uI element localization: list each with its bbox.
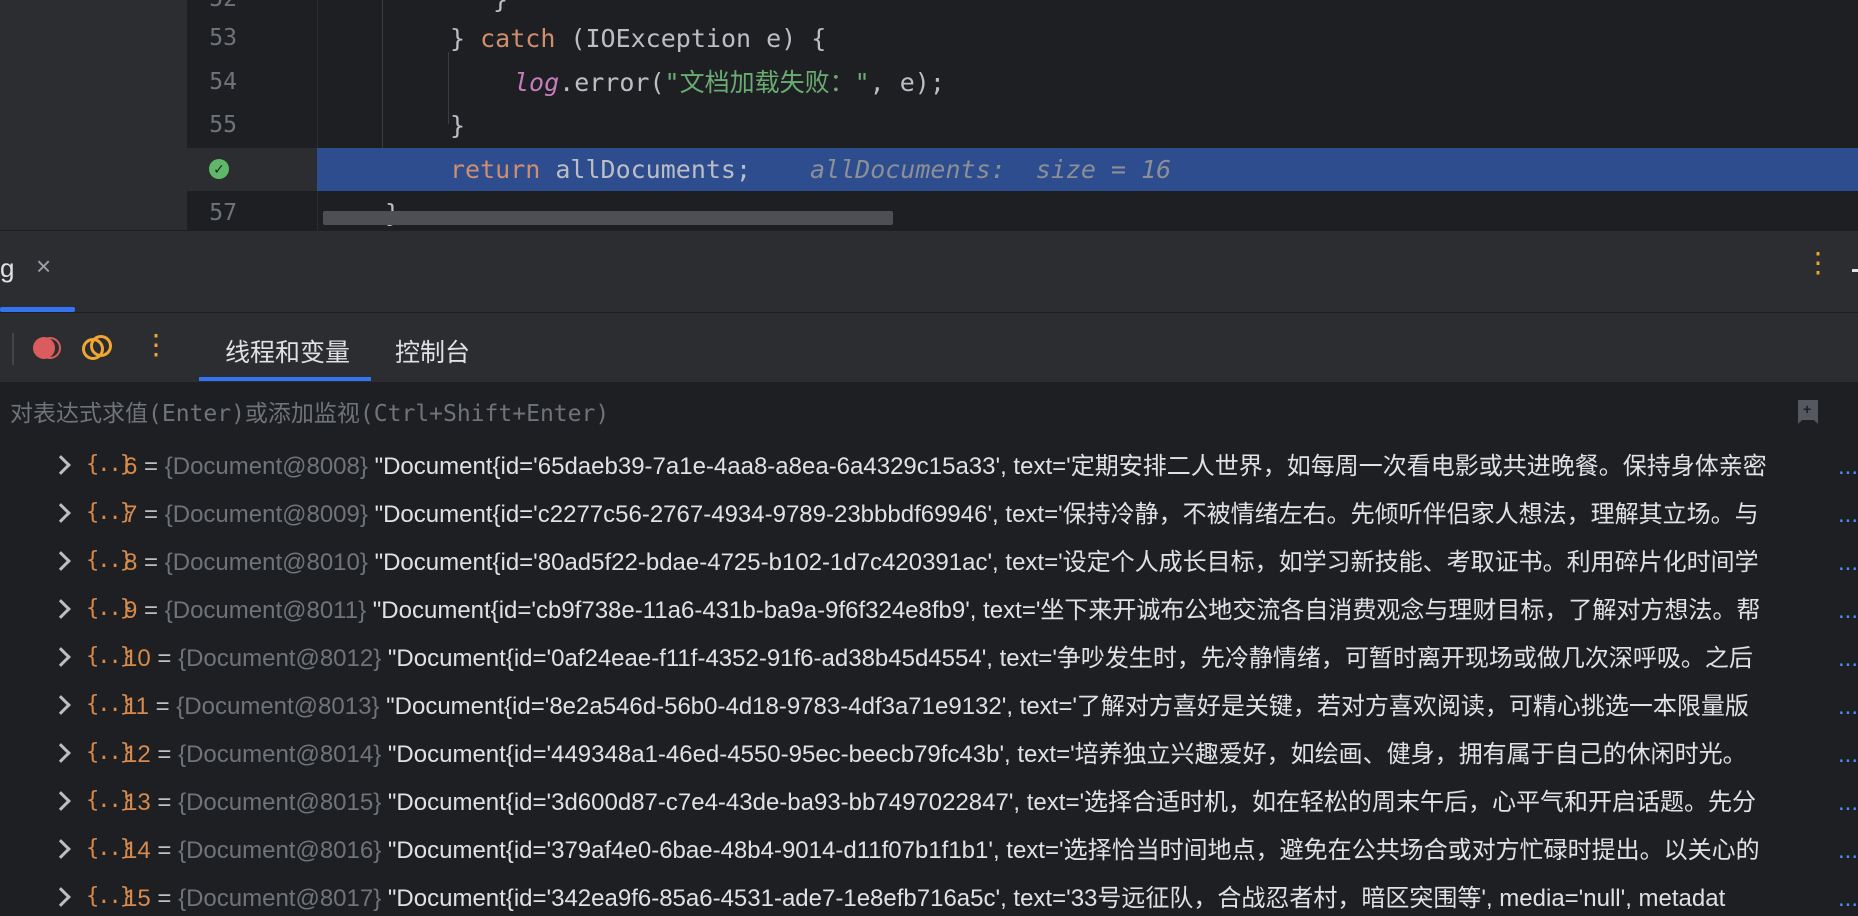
evaluate-expression-input[interactable]	[0, 382, 1780, 446]
line-number: 57	[209, 200, 237, 226]
line-number: 55	[209, 112, 237, 138]
expand-chevron-icon[interactable]	[51, 599, 71, 619]
variable-entry: 6 = {Document@8008} "Document{id='65daeb…	[124, 453, 1767, 480]
tab-threads-variables[interactable]: 线程和变量	[225, 333, 350, 369]
view-link[interactable]: ...View	[1836, 499, 1858, 531]
expand-chevron-icon[interactable]	[51, 695, 71, 715]
variable-row[interactable]: {..} 7 = {Document@8009} "Document{id='c…	[0, 494, 1858, 542]
variable-row[interactable]: {..} 10 = {Document@8012} "Document{id='…	[0, 638, 1858, 686]
code-editor[interactable]: 52 } 53 } catch (IOException e) { 54 log…	[0, 0, 1858, 230]
debugger-toolbar: ⋮ 线程和变量 控制台	[0, 312, 1858, 384]
expand-chevron-icon[interactable]	[51, 839, 71, 859]
more-options-icon[interactable]: ⋮	[1804, 249, 1832, 277]
view-link[interactable]: ...View	[1836, 787, 1858, 819]
variable-entry: 12 = {Document@8014} "Document{id='44934…	[124, 741, 1747, 768]
view-link[interactable]: ...View	[1836, 547, 1858, 579]
keyword-token: return	[450, 155, 541, 184]
view-link[interactable]: ...View	[1836, 643, 1858, 675]
expression-bar: +	[0, 382, 1858, 447]
toolbar-separator	[12, 333, 14, 365]
execution-line: ✓ return allDocuments; allDocuments: siz…	[0, 148, 1858, 191]
minimize-icon[interactable]	[1852, 269, 1858, 272]
code-line: 55 }	[0, 104, 1858, 147]
view-link[interactable]: ...View	[1836, 595, 1858, 627]
expand-chevron-icon[interactable]	[51, 503, 71, 523]
restore-breakpoints-icon[interactable]	[82, 335, 112, 361]
variable-row[interactable]: {..} 8 = {Document@8010} "Document{id='8…	[0, 542, 1858, 590]
breakpoint-check-icon[interactable]: ✓	[209, 159, 229, 179]
view-link[interactable]: ...View	[1836, 835, 1858, 867]
variable-row[interactable]: {..} 6 = {Document@8008} "Document{id='6…	[0, 446, 1858, 494]
view-link[interactable]: ...View	[1836, 883, 1858, 915]
variables-tree[interactable]: {..} 6 = {Document@8008} "Document{id='6…	[0, 446, 1858, 916]
variable-entry: 10 = {Document@8012} "Document{id='0af24…	[124, 645, 1753, 672]
add-watch-icon[interactable]: +	[1798, 400, 1818, 426]
code-text: return allDocuments;	[450, 155, 752, 184]
code-line: 53 } catch (IOException e) {	[0, 17, 1858, 60]
view-link[interactable]: ...View	[1836, 739, 1858, 771]
close-icon[interactable]: ×	[36, 251, 51, 282]
code-line: 57 }	[0, 192, 1858, 230]
inline-debug-value: allDocuments: size = 16	[810, 155, 1172, 184]
variable-entry: 13 = {Document@8015} "Document{id='3d600…	[124, 789, 1757, 816]
horizontal-scrollbar[interactable]	[323, 211, 893, 225]
variable-entry: 8 = {Document@8010} "Document{id='80ad5f…	[124, 549, 1759, 576]
code-text: log.error("文档加载失败：", e);	[514, 68, 945, 97]
variable-row[interactable]: {..} 9 = {Document@8011} "Document{id='c…	[0, 590, 1858, 638]
variable-row[interactable]: {..} 14 = {Document@8016} "Document{id='…	[0, 830, 1858, 878]
expand-chevron-icon[interactable]	[51, 743, 71, 763]
mute-breakpoints-icon[interactable]	[33, 335, 61, 361]
line-number: 54	[209, 69, 237, 95]
expand-chevron-icon[interactable]	[51, 455, 71, 475]
toolbar-more-icon[interactable]: ⋮	[142, 331, 170, 359]
variable-row[interactable]: {..} 11 = {Document@8013} "Document{id='…	[0, 686, 1858, 734]
code-text: }	[450, 111, 466, 140]
field-token: log	[514, 68, 560, 97]
variable-entry: 9 = {Document@8011} "Document{id='cb9f73…	[124, 597, 1761, 624]
variable-entry: 11 = {Document@8013} "Document{id='8e2a5…	[124, 693, 1749, 720]
variable-row[interactable]: {..} 13 = {Document@8015} "Document{id='…	[0, 782, 1858, 830]
variable-entry: 14 = {Document@8016} "Document{id='379af…	[124, 837, 1760, 864]
line-number: 53	[209, 25, 237, 51]
string-token: "文档加载失败："	[664, 68, 870, 97]
view-link[interactable]: ...View	[1836, 691, 1858, 723]
variable-entry: 7 = {Document@8009} "Document{id='c2277c…	[124, 501, 1759, 528]
code-text: } catch (IOException e) {	[450, 24, 827, 53]
keyword-token: catch	[480, 24, 556, 53]
variable-row[interactable]: {..} 12 = {Document@8014} "Document{id='…	[0, 734, 1858, 782]
variable-row[interactable]: {..} 15 = {Document@8017} "Document{id='…	[0, 878, 1858, 916]
debug-session-tab[interactable]: g	[0, 253, 14, 284]
expand-chevron-icon[interactable]	[51, 887, 71, 907]
variable-entry: 15 = {Document@8017} "Document{id='342ea…	[124, 885, 1726, 912]
debug-tool-window-header: g × ⋮	[0, 230, 1858, 313]
expand-chevron-icon[interactable]	[51, 647, 71, 667]
expand-chevron-icon[interactable]	[51, 791, 71, 811]
code-line: 54 log.error("文档加载失败：", e);	[0, 61, 1858, 104]
expand-chevron-icon[interactable]	[51, 551, 71, 571]
active-tab-indicator	[199, 377, 371, 381]
view-link[interactable]: ...View	[1836, 451, 1858, 483]
tab-console[interactable]: 控制台	[395, 333, 470, 369]
